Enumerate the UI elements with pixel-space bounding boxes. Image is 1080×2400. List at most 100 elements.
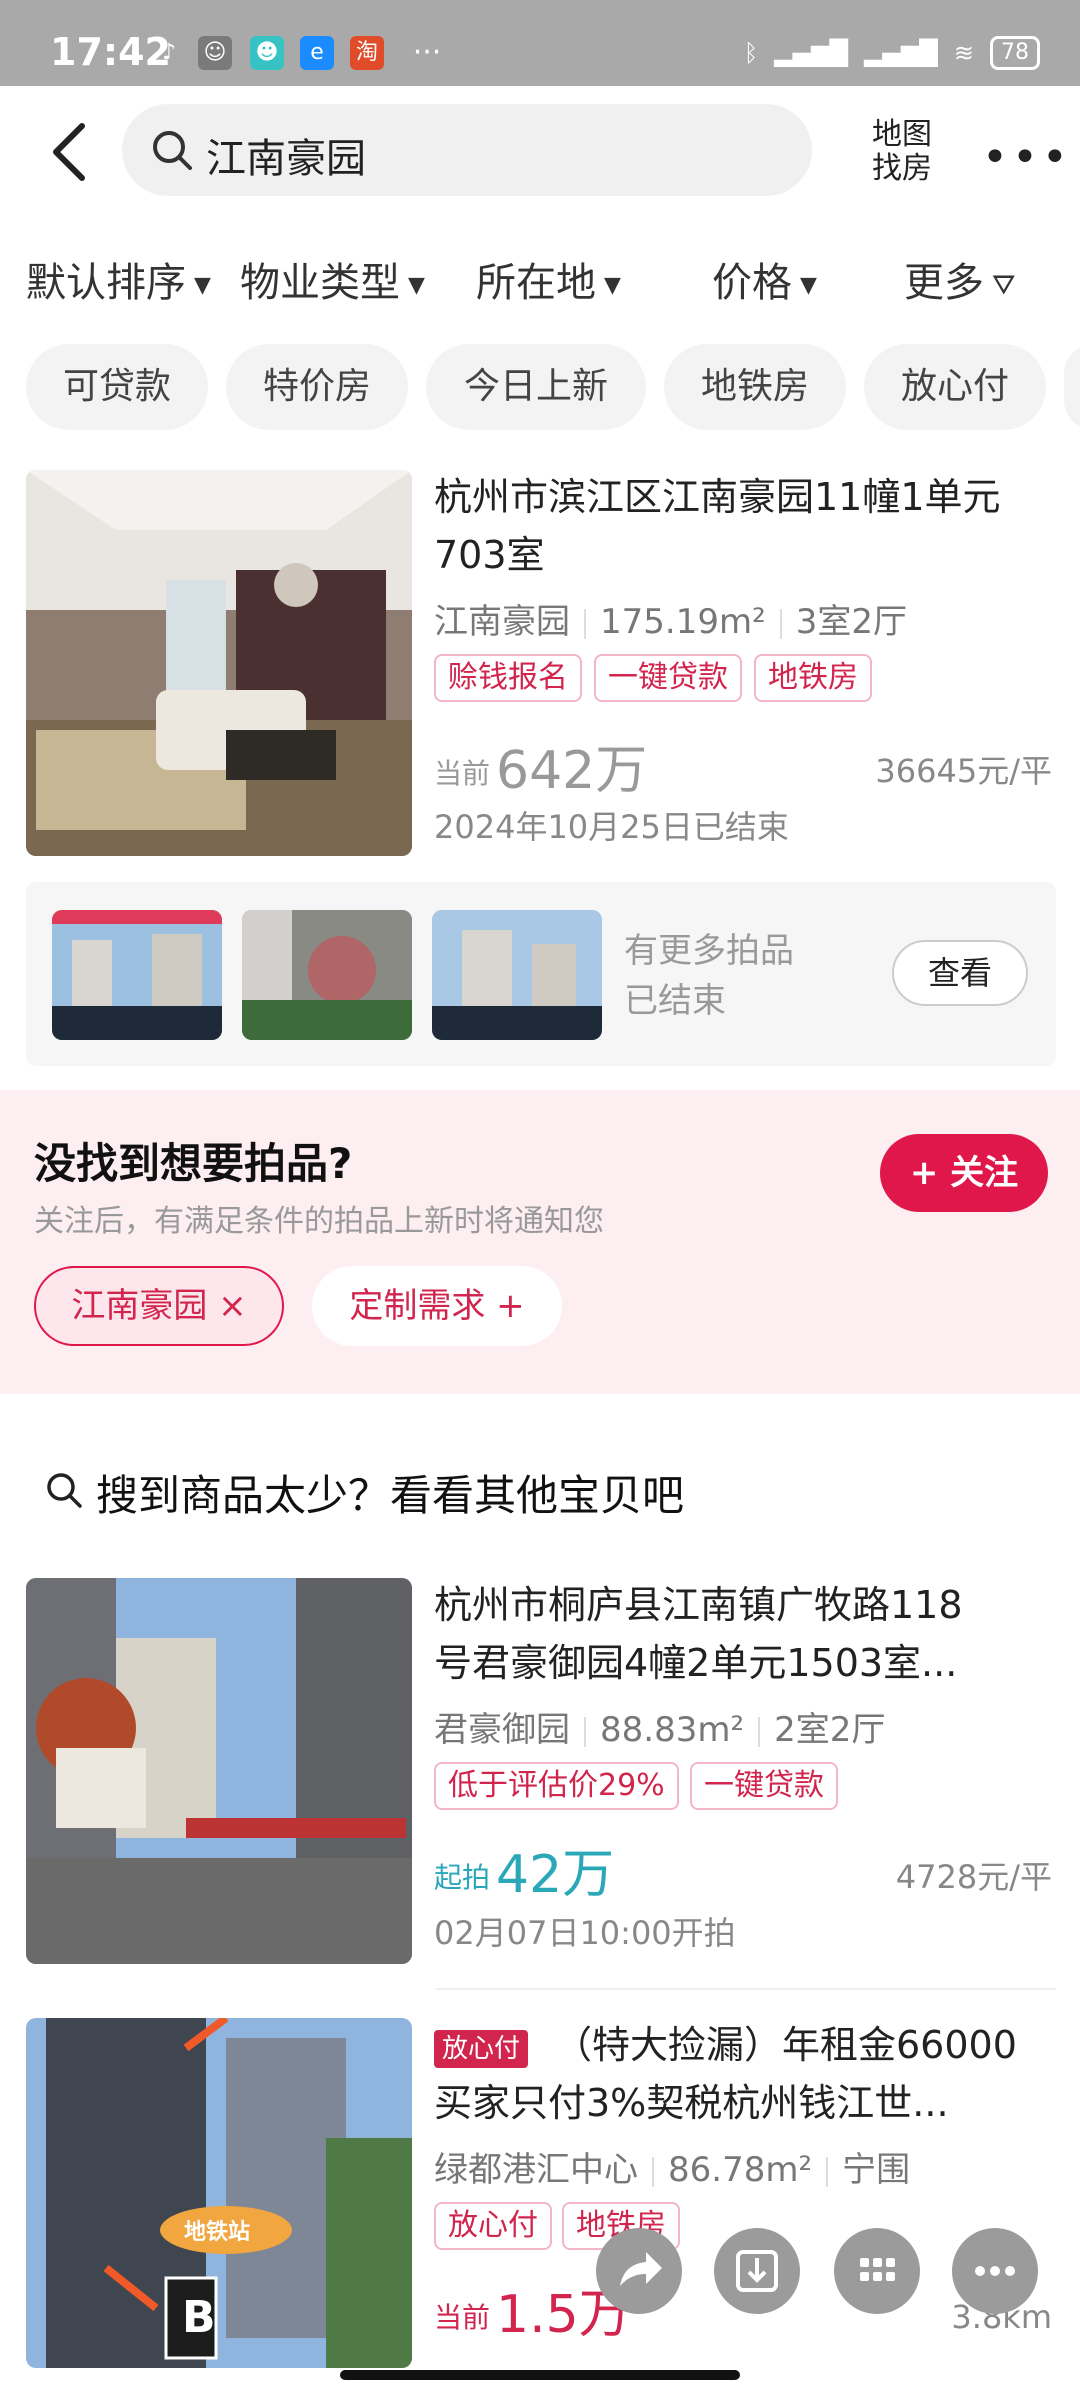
status-bar: 17:42 ♪ ☺ ☻ e 淘 ··· ᛒ ▂▄▆█ ▂▄▆█ ≋ 78: [0, 0, 1080, 86]
unit-price: 36645元/平: [875, 752, 1052, 790]
listing-image[interactable]: 地铁站 B: [26, 2018, 412, 2368]
apps-button[interactable]: [834, 2228, 920, 2314]
filter-label: 价格: [712, 260, 792, 306]
chip-loanable[interactable]: 可贷款: [26, 344, 208, 430]
tower-photo: [26, 2018, 412, 2368]
tag: 一键贷款: [690, 1762, 838, 1810]
listing-title-line1: 杭州市桐庐县江南镇广牧路118: [434, 1583, 963, 1627]
eleme-icon: e: [300, 36, 334, 70]
listing-title[interactable]: 杭州市桐庐县江南镇广牧路118 号君豪御园4幢2单元1503室...: [434, 1576, 963, 1692]
tag: 一键贷款: [594, 654, 742, 702]
dropdown-icon: ▼: [604, 272, 621, 298]
room-layout: 2室2厅: [774, 1710, 886, 1750]
filter-label: 更多: [904, 260, 984, 306]
chip-metro[interactable]: 地铁房: [664, 344, 846, 430]
app-notification-icon: ☺: [198, 36, 232, 70]
divider: [436, 1988, 1056, 1990]
map-label-line2: 找房: [872, 151, 932, 186]
community-name: 江南豪园: [434, 602, 570, 642]
auction-start-time: 02月07日10:00开拍: [434, 1914, 736, 1952]
back-arrow-icon[interactable]: [48, 120, 92, 184]
share-icon: [620, 2252, 662, 2286]
map-search-button[interactable]: 地图 找房: [872, 118, 932, 186]
share-button[interactable]: [596, 2228, 682, 2314]
more-ended-line2: 已结束: [624, 981, 726, 1021]
ended-thumb-3[interactable]: [432, 910, 602, 1040]
chip-overflow[interactable]: [1064, 344, 1080, 430]
gate-photo: [242, 910, 412, 1040]
filter-price[interactable]: 价格 ▼: [712, 250, 817, 308]
filter-funnel-icon: ⛛: [992, 268, 1016, 301]
home-indicator[interactable]: [340, 2370, 740, 2380]
filter-more[interactable]: 更多 ⛛: [904, 250, 1016, 308]
listing-title-line1: （特大捡漏）年租金66000: [554, 2023, 1017, 2067]
wifi-icon: ≋: [953, 39, 974, 67]
search-input[interactable]: 江南豪园: [122, 104, 812, 196]
follow-button[interactable]: + 关注: [880, 1134, 1048, 1212]
chip-new-today[interactable]: 今日上新: [426, 344, 646, 430]
ended-thumb-1[interactable]: [52, 910, 222, 1040]
battery-indicator: 78: [990, 36, 1040, 70]
current-price: 642万: [496, 741, 648, 801]
community-name: 君豪御园: [434, 1710, 570, 1750]
area: 175.19m²: [600, 602, 766, 642]
tag: 地铁房: [754, 654, 872, 702]
filter-property-type[interactable]: 物业类型 ▼: [240, 250, 425, 308]
app-notification-icon-2: ☻: [250, 36, 284, 70]
custom-request-button[interactable]: 定制需求 +: [312, 1266, 562, 1346]
living-room-photo: [26, 470, 412, 856]
more-ended-line1: 有更多拍品: [624, 931, 794, 971]
listing-title-line2: 号君豪御园4幢2单元1503室...: [434, 1641, 958, 1685]
taobao-icon: 淘: [350, 36, 384, 70]
station-exit-letter: B: [182, 2292, 216, 2343]
download-button[interactable]: [714, 2228, 800, 2314]
listing-title-line2: 703室: [434, 533, 545, 577]
dropdown-icon: ▼: [408, 272, 425, 298]
dropdown-icon: ▼: [800, 272, 817, 298]
more-ended-text: 有更多拍品 已结束: [624, 926, 794, 1026]
area: 86.78m²: [668, 2150, 813, 2190]
filter-sort[interactable]: 默认排序 ▼: [26, 250, 211, 308]
auction-status: 2024年10月25日已结束: [434, 808, 789, 846]
listing-title[interactable]: （特大捡漏）年租金66000 买家只付3%契税杭州钱江世...: [434, 2016, 1017, 2132]
price-label: 当前: [434, 2301, 491, 2334]
room-layout: 3室2厅: [795, 602, 907, 642]
bluetooth-icon: ᛒ: [743, 39, 759, 67]
price-label: 当前: [434, 757, 491, 790]
tag: 低于评估价29%: [434, 1762, 679, 1810]
signal-icon-2: ▂▄▆█: [864, 39, 938, 67]
building-photo-2: [432, 910, 602, 1040]
ended-thumb-2[interactable]: [242, 910, 412, 1040]
chip-special-price[interactable]: 特价房: [226, 344, 408, 430]
more-dots-icon: [975, 2266, 1015, 2276]
listing-meta: 江南豪园 175.19m² 3室2厅: [434, 594, 907, 643]
status-icons: ᛒ ▂▄▆█ ▂▄▆█ ≋ 78: [744, 36, 1040, 70]
subscribe-title: 没找到想要拍品?: [34, 1139, 353, 1188]
filter-location[interactable]: 所在地 ▼: [476, 250, 621, 308]
search-icon: [153, 131, 192, 170]
district: 宁围: [842, 2150, 911, 2190]
search-icon: [47, 1473, 82, 1508]
download-icon: [736, 2250, 778, 2292]
tag: 放心付: [434, 2202, 552, 2250]
complex-gate-photo: [26, 1578, 412, 1964]
grid-icon: [860, 2258, 895, 2281]
chip-safe-pay[interactable]: 放心付: [864, 344, 1046, 430]
more-options-icon[interactable]: •••: [982, 132, 1072, 183]
suggest-title: 搜到商品太少？看看其他宝贝吧: [96, 1471, 685, 1520]
price-label: 起拍: [434, 1861, 491, 1894]
keyword-pill[interactable]: 江南豪园 ×: [34, 1266, 284, 1346]
more-button[interactable]: [952, 2228, 1038, 2314]
listing-title-line2: 买家只付3%契税杭州钱江世...: [434, 2081, 949, 2125]
listing-image[interactable]: [26, 1578, 412, 1964]
listing-image[interactable]: [26, 470, 412, 856]
filter-label: 物业类型: [240, 260, 400, 306]
tag: 赊钱报名: [434, 654, 582, 702]
starting-price: 42万: [496, 1845, 615, 1905]
listing-title[interactable]: 杭州市滨江区江南豪园11幢1单元 703室: [434, 468, 1001, 584]
building-photo: [52, 910, 222, 1040]
bell-icon: ♪: [161, 40, 177, 65]
view-more-button[interactable]: 查看: [892, 940, 1028, 1006]
filter-label: 默认排序: [26, 260, 186, 306]
listing-title-line1: 杭州市滨江区江南豪园11幢1单元: [434, 475, 1001, 519]
